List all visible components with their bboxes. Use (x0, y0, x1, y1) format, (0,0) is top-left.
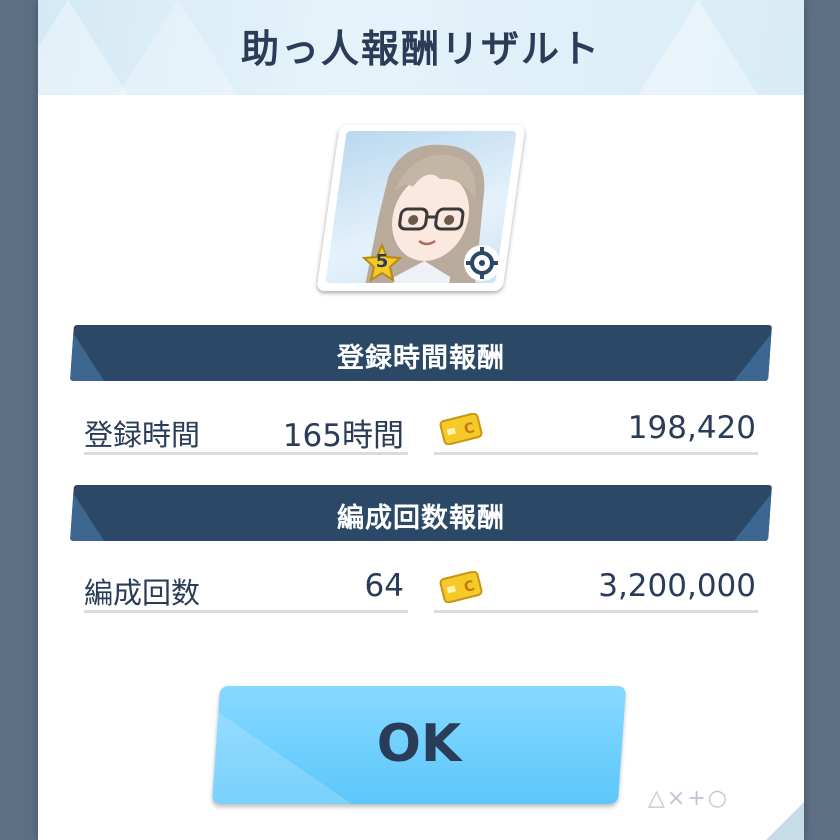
formation-count-value: 64 (364, 568, 404, 604)
rarity-badge: 5 (361, 242, 403, 283)
coin-card-icon: C (438, 412, 484, 446)
coin-card-icon: C (438, 570, 484, 604)
ok-button[interactable]: OK (211, 686, 627, 804)
divider (434, 610, 758, 613)
formation-count-reward: 3,200,000 (598, 568, 756, 604)
corner-fold (766, 802, 804, 840)
background-left-edge (0, 0, 40, 840)
section-title: 登録時間報酬 (337, 343, 505, 374)
formation-count-label: 編成回数 (84, 576, 201, 610)
registration-time-label: 登録時間 (84, 418, 201, 452)
controller-symbols: △×+○ (648, 786, 729, 811)
divider (84, 610, 408, 613)
section-banner-registration-time: 登録時間報酬 (70, 325, 772, 381)
section-banner-formation-count: 編成回数報酬 (70, 485, 772, 541)
character-card: 5 (316, 125, 526, 291)
registration-time-reward: 198,420 (627, 410, 756, 446)
dialog-header: 助っ人報酬リザルト (38, 0, 804, 95)
rarity-number: 5 (375, 251, 389, 272)
registration-time-value: 165時間 (282, 418, 404, 454)
background-right-edge (804, 0, 840, 840)
divider (434, 452, 758, 455)
dialog-title: 助っ人報酬リザルト (240, 27, 601, 71)
reward-result-dialog: 助っ人報酬リザルト 5 登録時間報酬 登録時間 165時間 C 198,420 … (38, 0, 804, 840)
divider (84, 452, 408, 455)
crosshair-icon (462, 243, 502, 283)
ok-button-label: OK (376, 714, 462, 774)
section-title: 編成回数報酬 (337, 503, 505, 534)
